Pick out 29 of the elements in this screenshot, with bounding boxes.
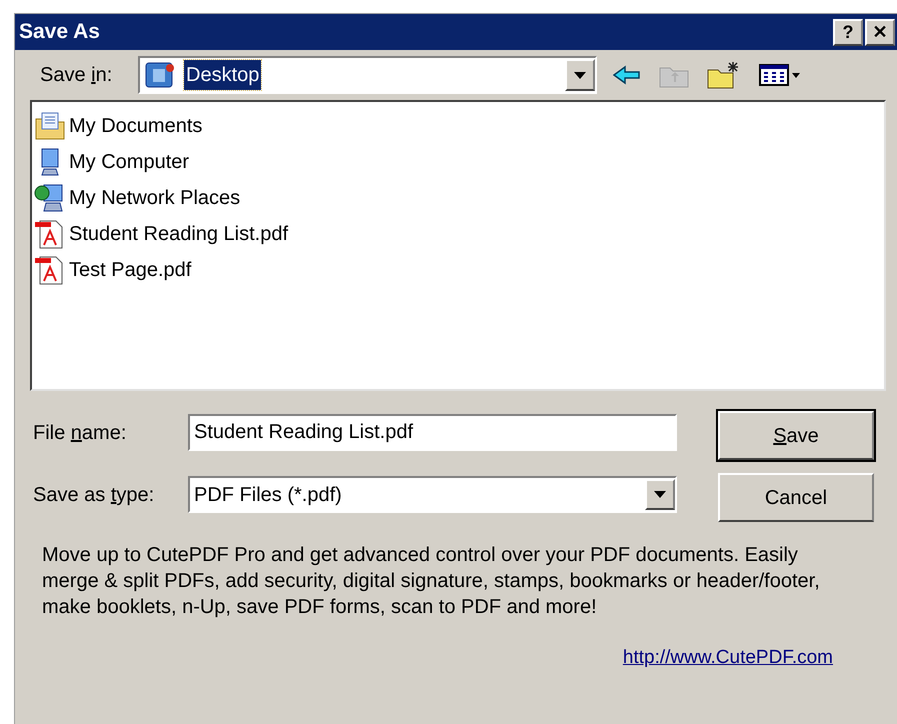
save-as-type-dropdown[interactable]: PDF Files (*.pdf) bbox=[188, 476, 677, 513]
file-item[interactable]: My Documents bbox=[69, 111, 202, 141]
file-item[interactable]: My Network Places bbox=[69, 183, 240, 213]
promo-text: Move up to CutePDF Pro and get advanced control over your PDF documents. Easily merge & split PDFs, add security, digital signature, stamps, bookmarks or header/footer, make booklets, n-Up, save PDF forms, scan to PDF and more! bbox=[42, 543, 821, 620]
dropdown-button[interactable] bbox=[645, 479, 675, 510]
dropdown-arrow-icon bbox=[654, 491, 666, 498]
file-item[interactable]: Student Reading List.pdf bbox=[69, 219, 288, 249]
save-in-dropdown[interactable]: Desktop bbox=[138, 56, 597, 94]
save-in-label: Save in: bbox=[40, 63, 114, 88]
help-button[interactable]: ? bbox=[833, 18, 863, 46]
save-as-type-label: Save as type: bbox=[33, 482, 156, 508]
desktop-icon bbox=[144, 60, 176, 90]
folder-icon bbox=[34, 111, 66, 141]
dropdown-button[interactable] bbox=[565, 59, 595, 91]
cancel-button[interactable]: Cancel bbox=[718, 473, 874, 522]
file-name-field[interactable]: Student Reading List.pdf bbox=[188, 414, 677, 451]
file-name-label: File name: bbox=[33, 420, 128, 446]
file-item[interactable]: My Computer bbox=[69, 147, 190, 177]
view-menu-icon[interactable] bbox=[759, 63, 801, 87]
save-in-value: Desktop bbox=[184, 60, 262, 90]
save-as-type-value: PDF Files (*.pdf) bbox=[194, 482, 343, 508]
close-button[interactable]: ✕ bbox=[865, 18, 895, 46]
window-title: Save As bbox=[19, 19, 101, 46]
save-button[interactable]: Save bbox=[718, 411, 874, 460]
file-item[interactable]: Test Page.pdf bbox=[69, 255, 192, 285]
dropdown-arrow-icon bbox=[574, 72, 586, 78]
back-arrow-icon[interactable] bbox=[613, 65, 641, 85]
website-link[interactable]: http://www.CutePDF.com bbox=[622, 644, 833, 672]
new-folder-icon[interactable] bbox=[707, 61, 741, 89]
